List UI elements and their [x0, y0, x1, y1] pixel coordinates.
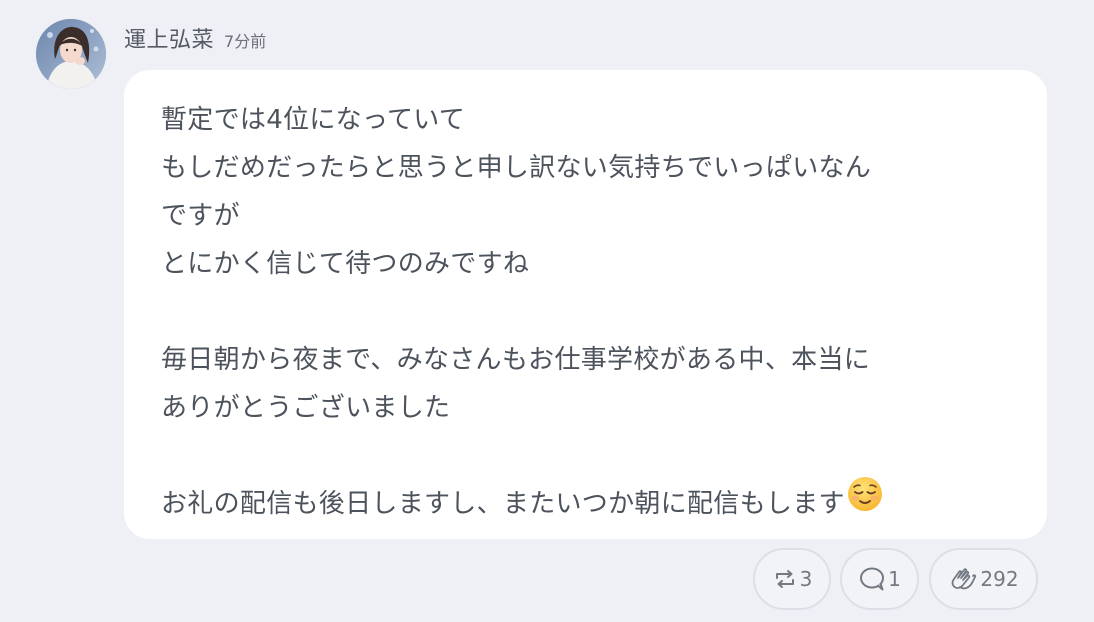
message-line: ですが	[161, 201, 240, 231]
post-actions: 3 1 292	[0, 548, 1094, 612]
reply-count: 1	[888, 567, 901, 591]
message-line: 毎日朝から夜まで、みなさんもお仕事学校がある中、本当に	[161, 345, 871, 375]
message-line: とにかく信じて待つのみですね	[161, 249, 530, 279]
message-line: ありがとうございました	[161, 393, 451, 423]
repost-icon	[775, 570, 794, 588]
message-line: もしだめだったらと思うと申し訳ない気持ちでいっぱいなん	[161, 153, 872, 183]
message-last-line: お礼の配信も後日しますし、またいつか朝に配信もします	[161, 476, 1027, 528]
message-line: 暫定では4位になっていて	[161, 105, 466, 135]
message-bubble: 暫定では4位になっていて もしだめだったらと思うと申し訳ない気持ちでいっぱいなん…	[124, 70, 1047, 539]
speech-bubble-icon	[860, 567, 885, 591]
avatar-photo	[36, 19, 106, 89]
clap-count: 292	[980, 567, 1019, 591]
relieved-face-emoji	[847, 476, 883, 528]
post-timestamp: 7分前	[224, 32, 267, 51]
post-header: 運上弘菜 7分前	[124, 22, 266, 54]
repost-button[interactable]: 3	[753, 548, 831, 610]
clap-button[interactable]: 292	[929, 548, 1038, 610]
repost-count: 3	[799, 567, 813, 591]
author-name[interactable]: 運上弘菜	[124, 22, 214, 54]
message-line: お礼の配信も後日しますし、またいつか朝に配信もします	[161, 489, 845, 519]
clap-hands-icon	[951, 568, 977, 590]
avatar[interactable]	[36, 19, 106, 89]
reply-button[interactable]: 1	[840, 548, 919, 610]
